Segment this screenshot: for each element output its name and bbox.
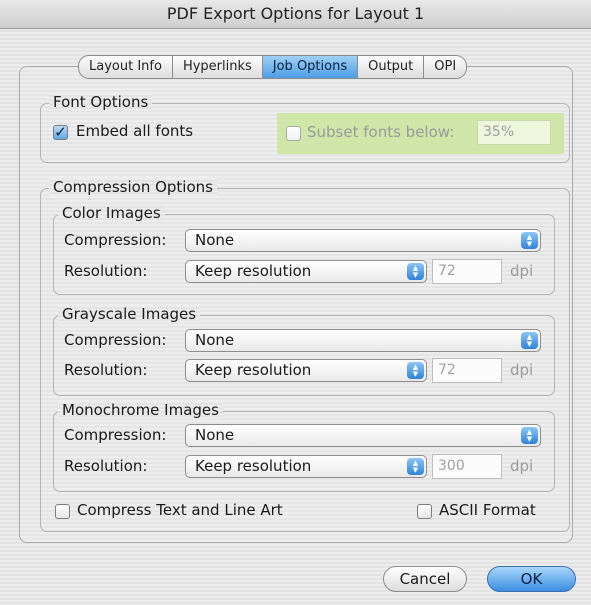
color-resolution-select[interactable]: Keep resolution ▲ ▼ (185, 260, 427, 283)
tab-hyperlinks[interactable]: Hyperlinks (172, 55, 263, 79)
tab-output[interactable]: Output (358, 55, 425, 79)
popup-arrows-icon: ▲ ▼ (407, 263, 424, 280)
popup-arrows-icon: ▲ ▼ (521, 332, 538, 349)
tab-bar: Layout Info Hyperlinks Job Options Outpu… (78, 55, 468, 79)
color-compression-label: Compression: (64, 231, 167, 249)
monochrome-images-title: Monochrome Images (58, 401, 223, 419)
ascii-format-label: ASCII Format (439, 501, 536, 519)
grayscale-compression-value: None (195, 331, 235, 349)
tab-layout-info[interactable]: Layout Info (78, 55, 173, 79)
monochrome-compression-value: None (195, 426, 235, 444)
popup-arrows-icon: ▲ ▼ (521, 427, 538, 444)
grayscale-images-group (53, 315, 555, 396)
monochrome-resolution-label: Resolution: (64, 457, 148, 475)
compress-text-checkbox[interactable] (55, 504, 70, 519)
popup-arrows-icon: ▲ ▼ (407, 362, 424, 379)
monochrome-dpi-input[interactable]: 300 (432, 454, 502, 479)
subset-fonts-label: Subset fonts below: (307, 123, 455, 141)
monochrome-compression-label: Compression: (64, 426, 167, 444)
tab-opi[interactable]: OPI (424, 55, 468, 79)
grayscale-images-title: Grayscale Images (58, 305, 201, 323)
window-title: PDF Export Options for Layout 1 (0, 0, 591, 29)
grayscale-resolution-select[interactable]: Keep resolution ▲ ▼ (185, 359, 427, 382)
ascii-format-checkbox[interactable] (417, 504, 432, 519)
color-resolution-label: Resolution: (64, 262, 148, 280)
color-compression-select[interactable]: None ▲ ▼ (185, 229, 541, 252)
color-compression-value: None (195, 231, 235, 249)
compression-options-title: Compression Options (49, 178, 217, 196)
tab-job-options[interactable]: Job Options (262, 55, 359, 79)
color-images-title: Color Images (58, 204, 165, 222)
cancel-button[interactable]: Cancel (383, 566, 467, 592)
embed-all-fonts-label: Embed all fonts (76, 122, 194, 140)
grayscale-resolution-value: Keep resolution (195, 361, 312, 379)
font-options-title: Font Options (49, 93, 153, 111)
color-resolution-value: Keep resolution (195, 262, 312, 280)
monochrome-dpi-unit: dpi (510, 457, 534, 475)
popup-arrows-icon: ▲ ▼ (407, 458, 424, 475)
grayscale-resolution-label: Resolution: (64, 361, 148, 379)
popup-arrows-icon: ▲ ▼ (521, 232, 538, 249)
grayscale-dpi-unit: dpi (510, 361, 534, 379)
grayscale-compression-label: Compression: (64, 331, 167, 349)
compress-text-label: Compress Text and Line Art (77, 501, 283, 519)
monochrome-compression-select[interactable]: None ▲ ▼ (185, 424, 541, 447)
monochrome-resolution-value: Keep resolution (195, 457, 312, 475)
color-dpi-input[interactable]: 72 (432, 259, 502, 284)
monochrome-resolution-select[interactable]: Keep resolution ▲ ▼ (185, 455, 427, 478)
color-dpi-unit: dpi (510, 262, 534, 280)
grayscale-compression-select[interactable]: None ▲ ▼ (185, 329, 541, 352)
subset-fonts-percent-input[interactable]: 35% (477, 120, 551, 145)
subset-fonts-checkbox[interactable] (286, 126, 301, 141)
grayscale-dpi-input[interactable]: 72 (432, 358, 502, 383)
embed-all-fonts-checkbox[interactable]: ✓ (53, 125, 68, 140)
ok-button[interactable]: OK (487, 566, 576, 592)
